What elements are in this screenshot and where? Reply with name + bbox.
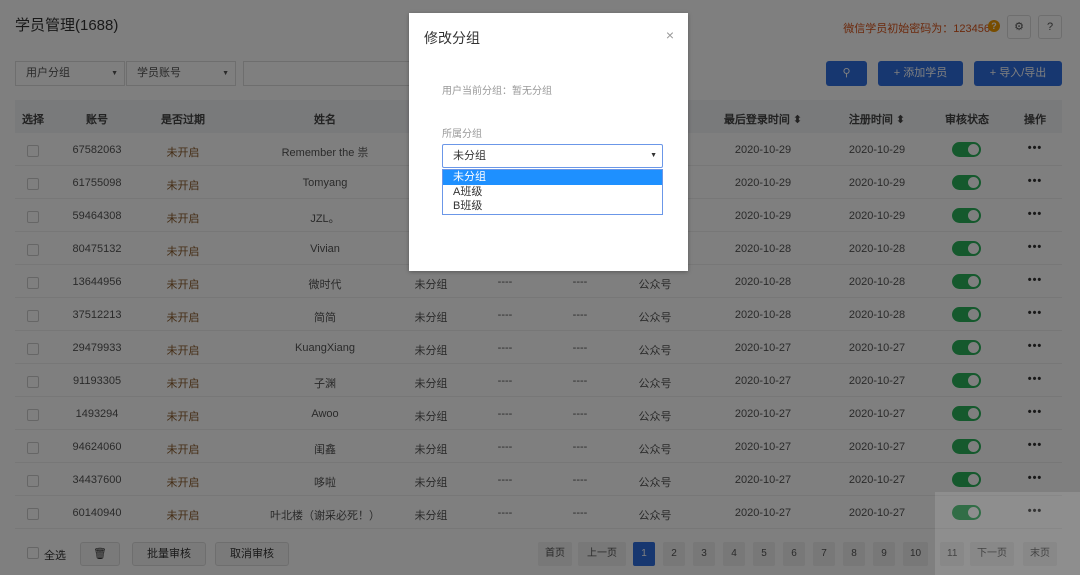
option-class-b[interactable]: B班级: [443, 199, 662, 214]
dropdown-arrow-icon: ▼: [650, 152, 657, 159]
overlay-patch: [935, 492, 1080, 575]
modal-title: 修改分组: [424, 30, 480, 46]
option-ungrouped[interactable]: 未分组: [443, 170, 662, 185]
group-label: 所属分组: [442, 129, 482, 140]
option-class-a[interactable]: A班级: [443, 185, 662, 200]
group-options-list: 未分组 A班级 B班级: [442, 169, 663, 215]
group-select-value: 未分组: [453, 150, 486, 162]
close-icon[interactable]: ×: [666, 27, 674, 43]
current-group-text: 用户当前分组：暂无分组: [442, 86, 552, 97]
edit-group-modal: 修改分组 × 用户当前分组：暂无分组 所属分组 未分组 ▼ 未分组 A班级 B班级: [409, 13, 688, 271]
group-select[interactable]: 未分组 ▼: [442, 144, 663, 168]
